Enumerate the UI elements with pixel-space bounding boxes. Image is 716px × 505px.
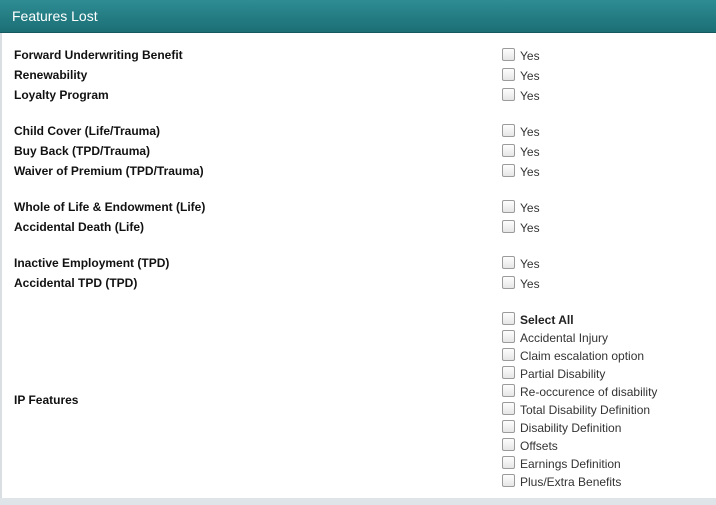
checkbox-label[interactable]: Yes [520,125,540,139]
feature-label-renewability: Renewability [14,68,88,82]
checkbox[interactable] [502,366,515,379]
checkbox-label[interactable]: Yes [520,49,540,63]
feature-label-whole-of-life: Whole of Life & Endowment (Life) [14,200,206,214]
features-lost-panel: Features Lost Forward Underwriting Benef… [0,0,716,505]
checkbox[interactable] [502,456,515,469]
checkbox[interactable] [502,88,515,101]
checkbox-label[interactable]: Accidental Injury [520,331,608,345]
checkbox-label[interactable]: Yes [520,89,540,103]
checkbox-label[interactable]: Partial Disability [520,367,605,381]
checkbox[interactable] [502,220,515,233]
checkbox-label[interactable]: Yes [520,145,540,159]
checkbox[interactable] [502,48,515,61]
select-all-checkbox[interactable] [502,312,515,325]
panel-title: Features Lost [12,8,98,24]
checkbox-label[interactable]: Yes [520,69,540,83]
checkbox-label[interactable]: Yes [520,257,540,271]
checkbox[interactable] [502,348,515,361]
checkbox-label[interactable]: Yes [520,165,540,179]
checkbox[interactable] [502,384,515,397]
feature-label-loyalty-program: Loyalty Program [14,88,109,102]
checkbox[interactable] [502,144,515,157]
feature-label-accidental-tpd: Accidental TPD (TPD) [14,276,138,290]
panel-bottom-border [0,498,716,505]
checkbox-label[interactable]: Total Disability Definition [520,403,650,417]
checkbox-label[interactable]: Plus/Extra Benefits [520,475,621,489]
select-all-label[interactable]: Select All [520,313,574,327]
feature-label-child-cover: Child Cover (Life/Trauma) [14,124,161,138]
feature-label-accidental-death: Accidental Death (Life) [14,220,145,234]
checkbox[interactable] [502,276,515,289]
checkbox[interactable] [502,420,515,433]
checkbox[interactable] [502,68,515,81]
checkbox[interactable] [502,200,515,213]
checkbox[interactable] [502,330,515,343]
checkbox-label[interactable]: Disability Definition [520,421,621,435]
feature-label-buy-back: Buy Back (TPD/Trauma) [14,144,151,158]
checkbox-label[interactable]: Earnings Definition [520,457,621,471]
feature-label-waiver-of-premium: Waiver of Premium (TPD/Trauma) [14,164,204,178]
ip-features-label: IP Features [14,393,79,407]
checkbox[interactable] [502,164,515,177]
feature-label-inactive-employment: Inactive Employment (TPD) [14,256,170,270]
panel-header: Features Lost [0,0,716,33]
checkbox-label[interactable]: Yes [520,221,540,235]
checkbox-label[interactable]: Offsets [520,439,558,453]
checkbox[interactable] [502,402,515,415]
checkbox[interactable] [502,256,515,269]
panel-left-border [0,33,2,505]
checkbox-label[interactable]: Yes [520,277,540,291]
checkbox[interactable] [502,474,515,487]
checkbox[interactable] [502,124,515,137]
checkbox[interactable] [502,438,515,451]
checkbox-label[interactable]: Re-occurence of disability [520,385,657,399]
feature-label-forward-underwriting-benefit: Forward Underwriting Benefit [14,48,183,62]
checkbox-label[interactable]: Claim escalation option [520,349,644,363]
checkbox-label[interactable]: Yes [520,201,540,215]
